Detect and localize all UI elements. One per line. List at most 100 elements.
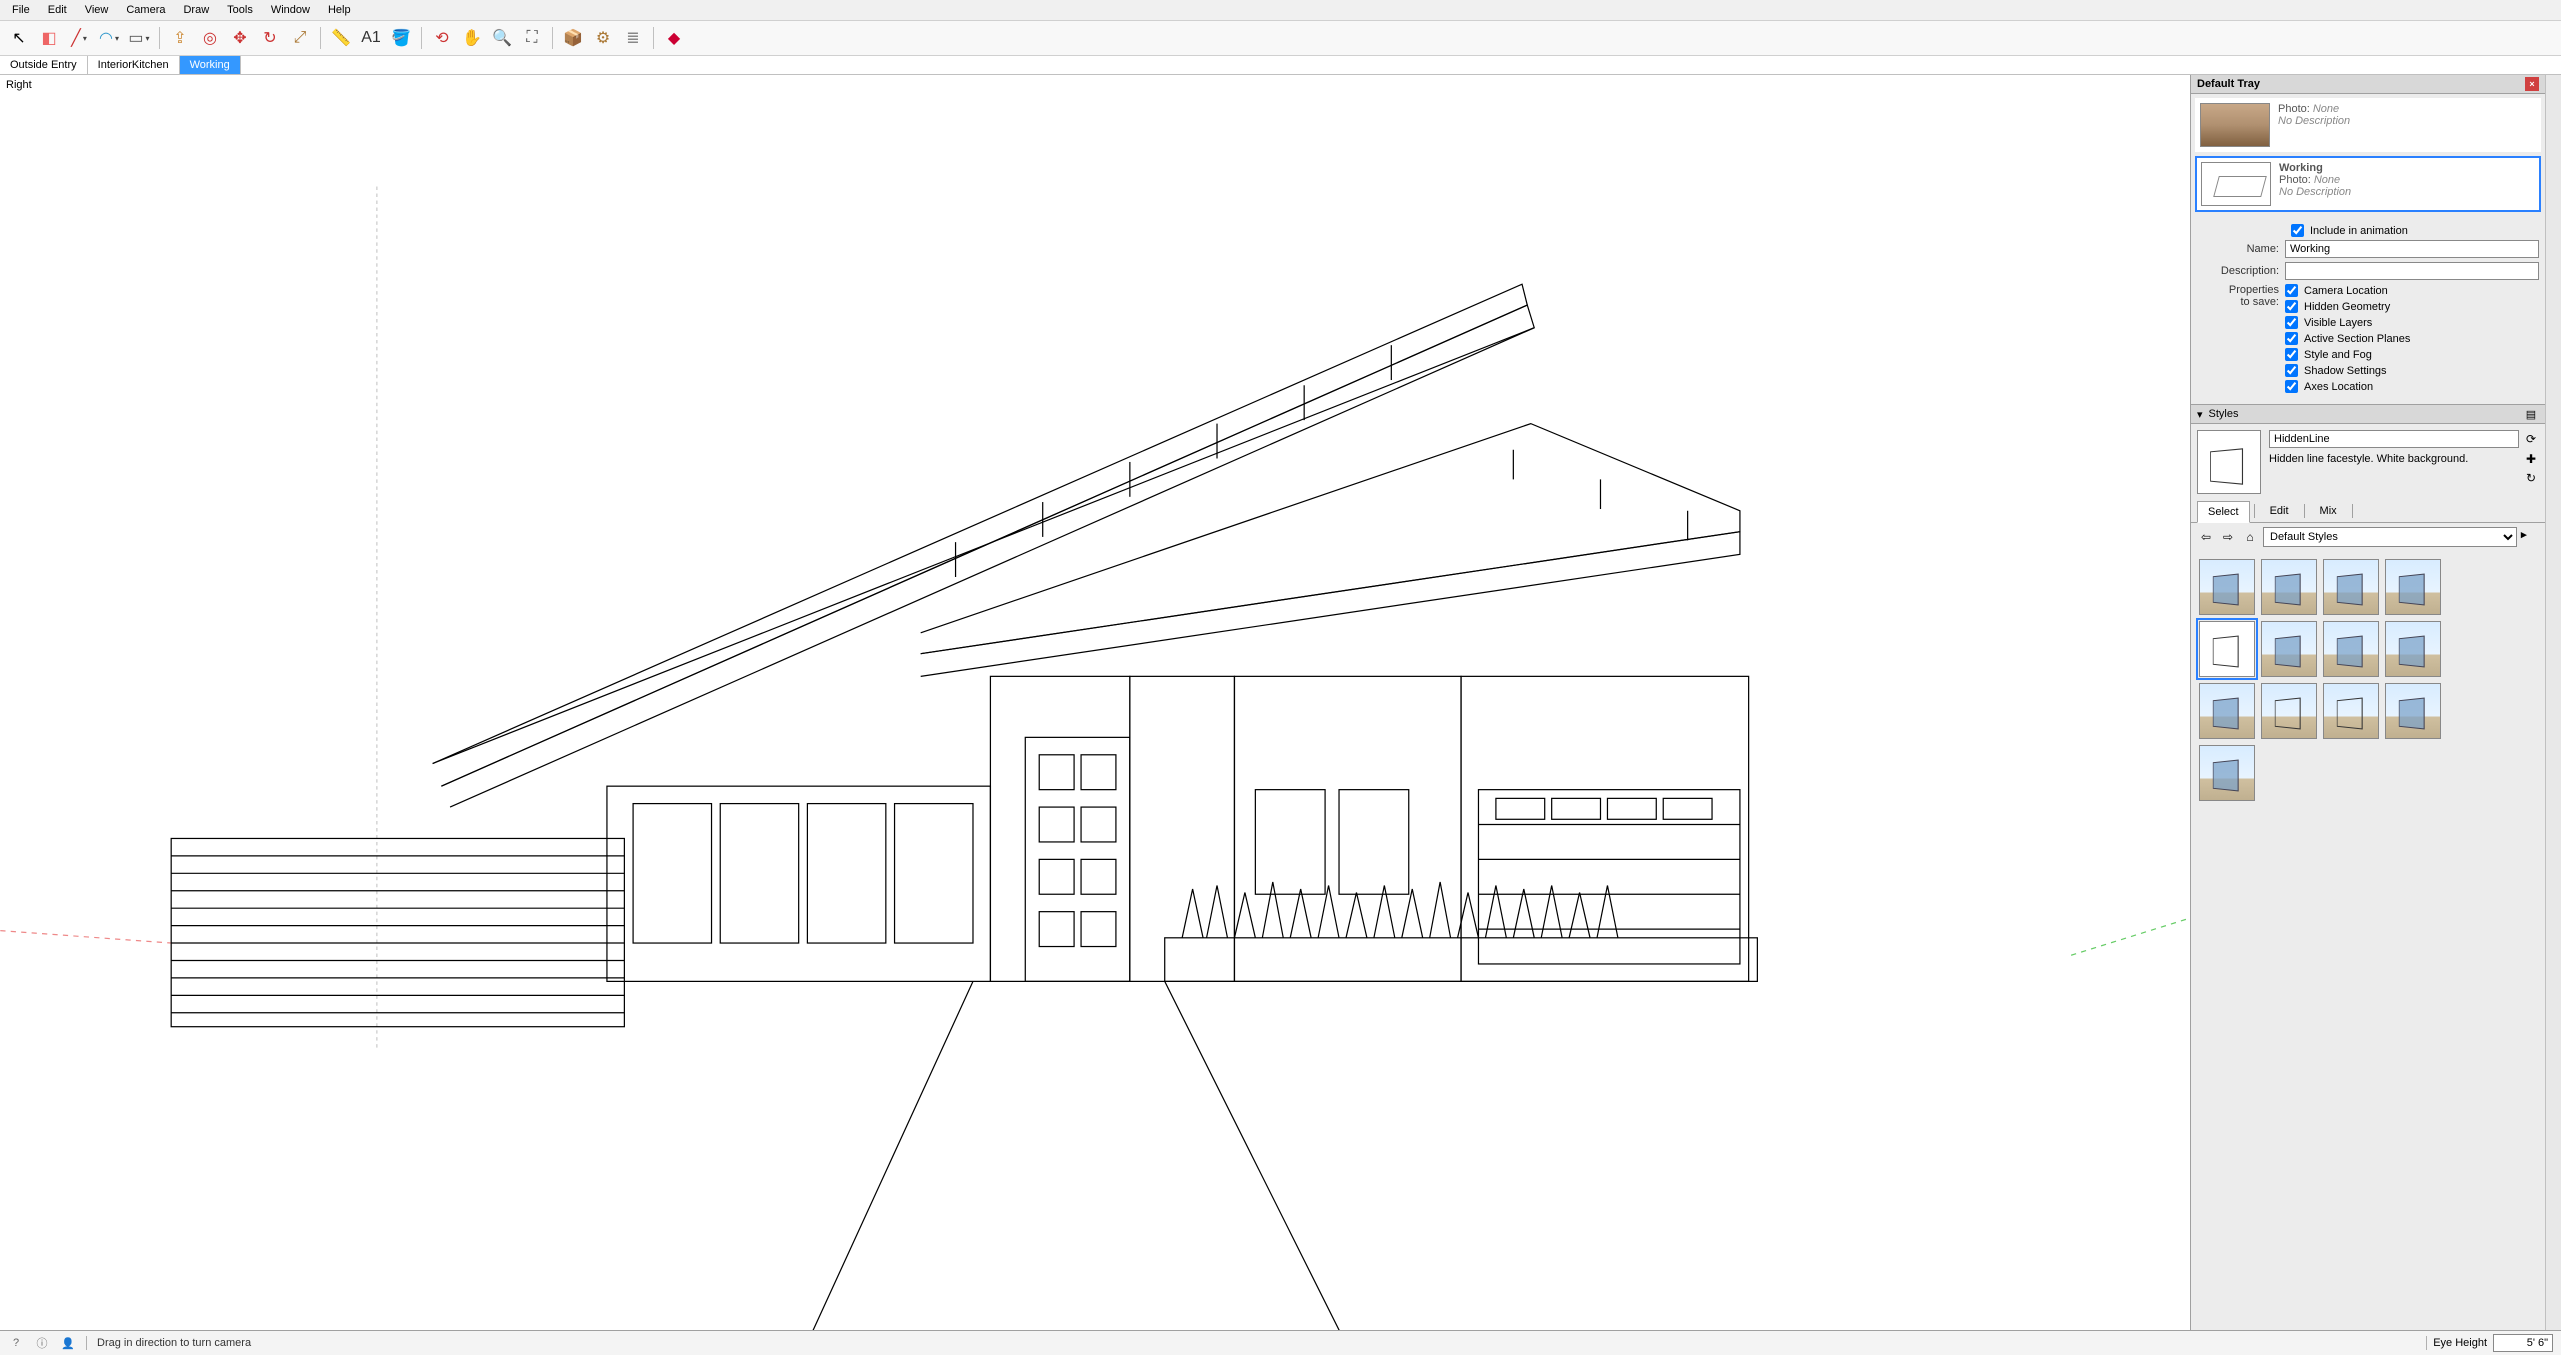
collapse-icon[interactable]: ▾ bbox=[2197, 408, 2203, 421]
style-thumb-9[interactable] bbox=[2261, 683, 2317, 739]
home-icon[interactable]: ⌂ bbox=[2241, 528, 2259, 546]
style-thumb-3[interactable] bbox=[2385, 559, 2441, 615]
style-tab-select[interactable]: Select bbox=[2197, 501, 2250, 523]
scene-name-input[interactable] bbox=[2285, 240, 2539, 258]
prop-check-2[interactable] bbox=[2285, 316, 2298, 329]
scene-tabs: Outside EntryInteriorKitchenWorking bbox=[0, 56, 2561, 75]
menu-tools[interactable]: Tools bbox=[219, 2, 261, 18]
tray-header[interactable]: Default Tray × bbox=[2191, 75, 2545, 94]
rotate-tool[interactable]: ↻ bbox=[257, 25, 283, 51]
text-tool[interactable]: A1 bbox=[358, 25, 384, 51]
warehouse-tool[interactable]: 📦 bbox=[560, 25, 586, 51]
nav-fwd-icon[interactable]: ⇨ bbox=[2219, 528, 2237, 546]
refresh-style-icon[interactable]: ↻ bbox=[2523, 470, 2539, 486]
menu-view[interactable]: View bbox=[77, 2, 117, 18]
include-animation-checkbox[interactable] bbox=[2291, 224, 2304, 237]
style-name-input[interactable] bbox=[2269, 430, 2519, 448]
viewport-label: Right bbox=[6, 79, 32, 91]
style-thumb-0[interactable] bbox=[2199, 559, 2255, 615]
help-icon[interactable]: ? bbox=[8, 1335, 24, 1351]
menu-file[interactable]: File bbox=[4, 2, 38, 18]
prop-check-3[interactable] bbox=[2285, 332, 2298, 345]
style-description-text: Hidden line facestyle. White background. bbox=[2269, 453, 2519, 465]
styles-panel-title: Styles bbox=[2209, 408, 2239, 420]
style-thumb-11[interactable] bbox=[2385, 683, 2441, 739]
menu-window[interactable]: Window bbox=[263, 2, 318, 18]
layers-tool[interactable]: ≣ bbox=[620, 25, 646, 51]
style-thumb-8[interactable] bbox=[2199, 683, 2255, 739]
status-bar: ? ⓘ 👤 Drag in direction to turn camera E… bbox=[0, 1330, 2561, 1355]
pushpull-tool[interactable]: ⇪ bbox=[167, 25, 193, 51]
style-thumb-4[interactable] bbox=[2199, 621, 2255, 677]
style-tabs: Select Edit Mix bbox=[2191, 500, 2545, 523]
tray-title: Default Tray bbox=[2197, 78, 2260, 90]
style-grid bbox=[2191, 551, 2545, 809]
pan-tool[interactable]: ✋ bbox=[459, 25, 485, 51]
style-thumb-12[interactable] bbox=[2199, 745, 2255, 801]
create-style-icon[interactable]: ✚ bbox=[2523, 451, 2539, 467]
scene-name-label: Name: bbox=[2197, 243, 2285, 255]
style-thumb-6[interactable] bbox=[2323, 621, 2379, 677]
scene-tab-1[interactable]: InteriorKitchen bbox=[88, 56, 180, 74]
ruby-tool[interactable]: ◆ bbox=[661, 25, 687, 51]
style-thumb-10[interactable] bbox=[2323, 683, 2379, 739]
styles-panel-header[interactable]: ▾ Styles ▤ bbox=[2191, 404, 2545, 424]
tray-scrollbar[interactable] bbox=[2545, 75, 2561, 1330]
user-icon[interactable]: 👤 bbox=[60, 1335, 76, 1351]
style-nav: ⇦ ⇨ ⌂ Default Styles ▸ bbox=[2191, 523, 2545, 551]
prop-check-0[interactable] bbox=[2285, 284, 2298, 297]
viewport[interactable]: Right bbox=[0, 75, 2190, 1330]
move-tool[interactable]: ✥ bbox=[227, 25, 253, 51]
close-icon[interactable]: × bbox=[2525, 77, 2539, 91]
scene-card-photo: Photo: None bbox=[2279, 174, 2351, 186]
scale-tool[interactable]: ⤢ bbox=[287, 25, 313, 51]
info-icon[interactable]: ⓘ bbox=[34, 1335, 50, 1351]
offset-tool[interactable]: ◎ bbox=[197, 25, 223, 51]
line-tool[interactable]: ╱ bbox=[66, 25, 92, 51]
details-icon[interactable]: ▸ bbox=[2521, 528, 2539, 546]
scene-tab-2[interactable]: Working bbox=[180, 56, 241, 74]
style-thumb-1[interactable] bbox=[2261, 559, 2317, 615]
shape-tool[interactable]: ▭ bbox=[126, 25, 152, 51]
zoom-tool[interactable]: 🔍 bbox=[489, 25, 515, 51]
toolbar: ↖◧╱◠▭ ⇪◎✥↻⤢ 📏A1🪣 ⟲✋🔍⛶ 📦⚙≣ ◆ bbox=[0, 21, 2561, 56]
scene-card-photo: Photo: None bbox=[2278, 103, 2350, 115]
zoom-extents-tool[interactable]: ⛶ bbox=[519, 25, 545, 51]
prop-check-5[interactable] bbox=[2285, 364, 2298, 377]
style-tab-edit[interactable]: Edit bbox=[2259, 500, 2300, 522]
style-collection-select[interactable]: Default Styles bbox=[2263, 527, 2517, 547]
tape-tool[interactable]: 📏 bbox=[328, 25, 354, 51]
style-summary: ⟳ Hidden line facestyle. White backgroun… bbox=[2191, 424, 2545, 500]
nav-back-icon[interactable]: ⇦ bbox=[2197, 528, 2215, 546]
style-thumb-2[interactable] bbox=[2323, 559, 2379, 615]
scene-tab-0[interactable]: Outside Entry bbox=[0, 56, 88, 74]
prop-check-label-2: Visible Layers bbox=[2304, 317, 2372, 329]
scene-card-1[interactable]: WorkingPhoto: NoneNo Description bbox=[2195, 156, 2541, 212]
prop-check-1[interactable] bbox=[2285, 300, 2298, 313]
scene-thumb bbox=[2201, 162, 2271, 206]
status-hint: Drag in direction to turn camera bbox=[97, 1337, 251, 1349]
prop-check-4[interactable] bbox=[2285, 348, 2298, 361]
eraser-tool[interactable]: ◧ bbox=[36, 25, 62, 51]
update-style-icon[interactable]: ⟳ bbox=[2523, 431, 2539, 447]
style-thumb-7[interactable] bbox=[2385, 621, 2441, 677]
extension-tool[interactable]: ⚙ bbox=[590, 25, 616, 51]
scene-card-0[interactable]: Photo: NoneNo Description bbox=[2195, 98, 2541, 152]
arc-tool[interactable]: ◠ bbox=[96, 25, 122, 51]
paint-tool[interactable]: 🪣 bbox=[388, 25, 414, 51]
scene-desc-input[interactable] bbox=[2285, 262, 2539, 280]
measurement-input[interactable] bbox=[2493, 1334, 2553, 1352]
menu-edit[interactable]: Edit bbox=[40, 2, 75, 18]
prop-check-6[interactable] bbox=[2285, 380, 2298, 393]
menu-draw[interactable]: Draw bbox=[175, 2, 217, 18]
style-tab-mix[interactable]: Mix bbox=[2309, 500, 2348, 522]
menu-help[interactable]: Help bbox=[320, 2, 359, 18]
model-drawing bbox=[0, 75, 2190, 1330]
select-tool[interactable]: ↖ bbox=[6, 25, 32, 51]
orbit-tool[interactable]: ⟲ bbox=[429, 25, 455, 51]
panel-menu-icon[interactable]: ▤ bbox=[2523, 407, 2539, 421]
measurement-label: Eye Height bbox=[2433, 1337, 2487, 1349]
menu-camera[interactable]: Camera bbox=[118, 2, 173, 18]
style-thumb-5[interactable] bbox=[2261, 621, 2317, 677]
prop-check-label-1: Hidden Geometry bbox=[2304, 301, 2390, 313]
